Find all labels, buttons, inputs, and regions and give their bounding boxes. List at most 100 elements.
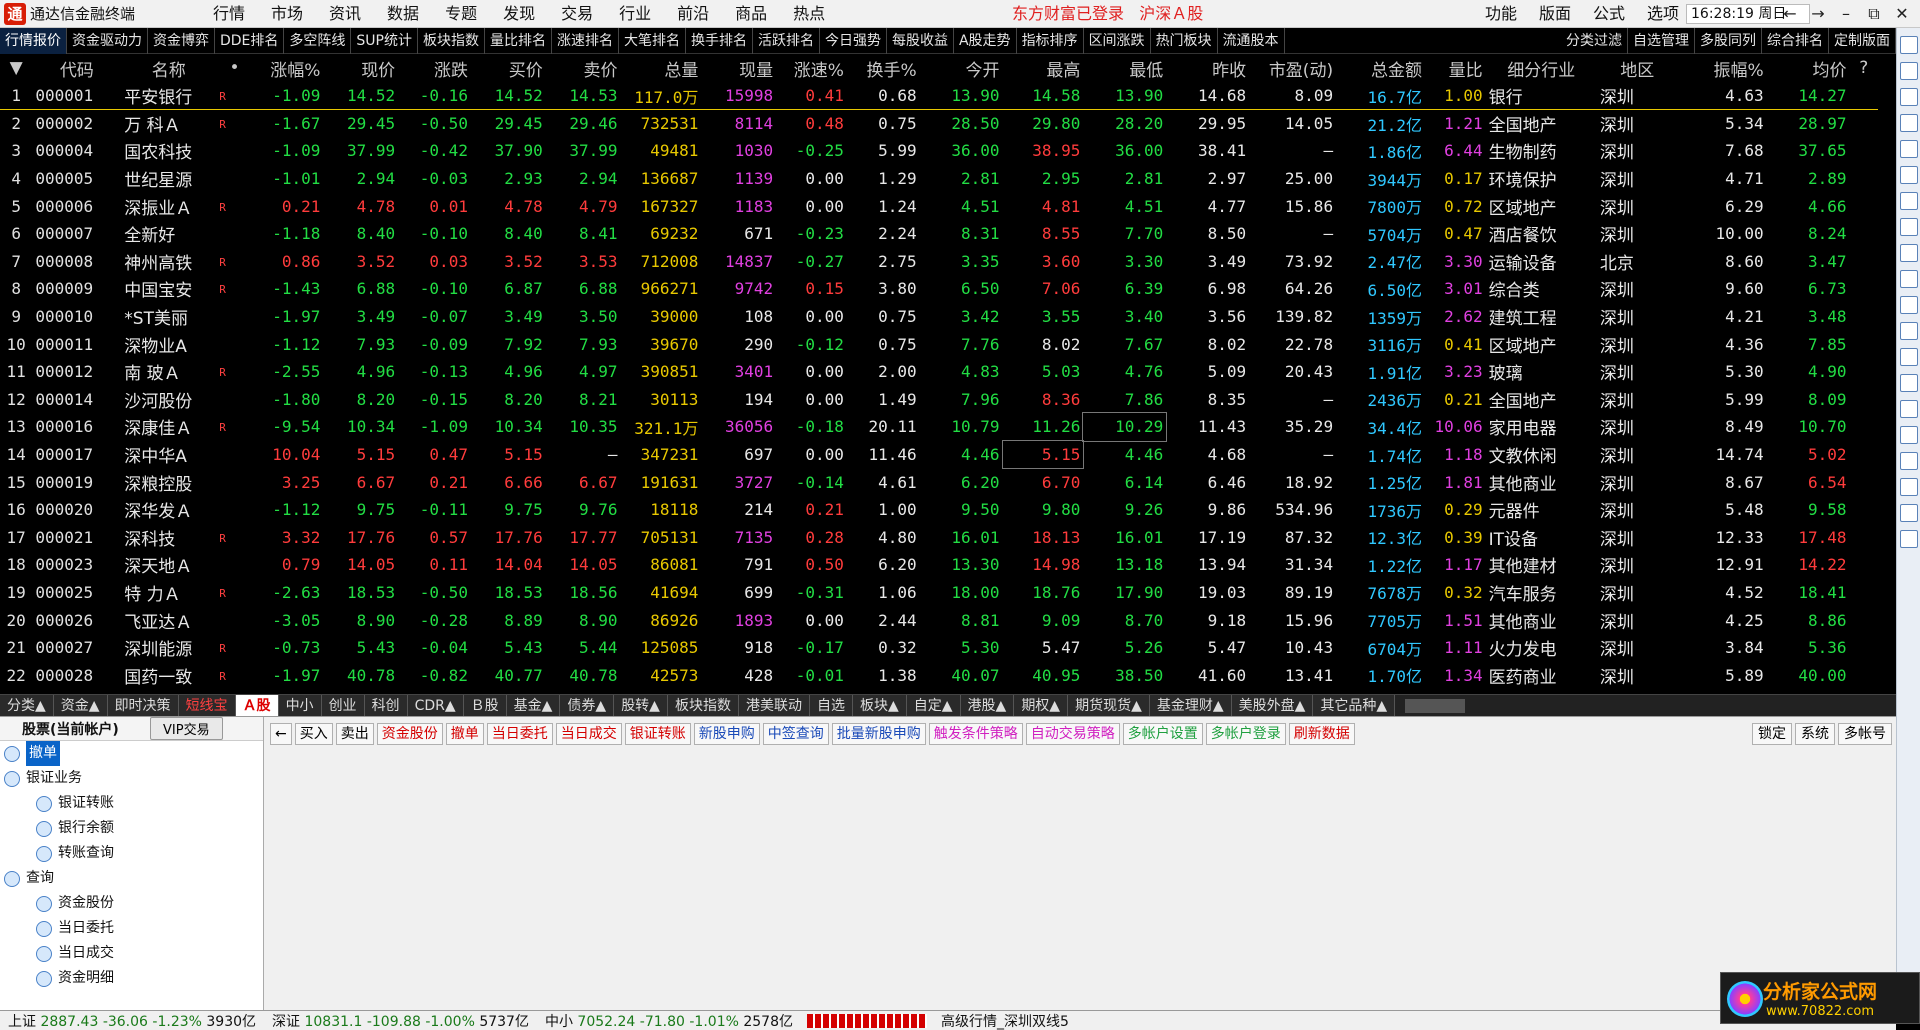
- trade-toolbar-button[interactable]: 新股申购: [693, 723, 760, 745]
- stock-code[interactable]: 000001: [32, 82, 122, 111]
- market-tab[interactable]: 科创: [364, 695, 408, 716]
- stock-name[interactable]: 深粮控股: [121, 468, 216, 496]
- back-icon[interactable]: [1899, 36, 1918, 54]
- table-row[interactable]: 8 000009 中国宝安 R -1.43 6.88 -0.10 6.87 6.88 966271…: [0, 275, 1878, 303]
- trade-toolbar-button[interactable]: 当日委托: [486, 723, 553, 745]
- toolbar-tab[interactable]: 区间涨跌: [1084, 28, 1151, 54]
- column-header[interactable]: 涨幅%: [253, 54, 324, 82]
- table-row[interactable]: 20 000026 飞亚达Ａ -3.05 8.90 -0.28 8.89 8.90 86926 1…: [0, 606, 1878, 634]
- market-tab[interactable]: 美股外盘▲: [1231, 695, 1314, 716]
- trade-toolbar-button[interactable]: 触发条件策略: [928, 723, 1023, 745]
- tree-item[interactable]: 资金明细: [0, 966, 263, 991]
- stock-code[interactable]: 000027: [32, 634, 121, 662]
- column-header[interactable]: 细分行业: [1486, 54, 1597, 82]
- menu-item[interactable]: 数据: [374, 0, 432, 28]
- market-tab[interactable]: 期货现货▲: [1068, 695, 1150, 716]
- toolbar-tab[interactable]: 今日强势: [820, 28, 887, 54]
- trade-toolbar-button[interactable]: 资金股份: [376, 723, 443, 745]
- stock-name[interactable]: 国药一致: [121, 661, 216, 689]
- market-tab[interactable]: 即时决策: [107, 695, 179, 716]
- menu-item[interactable]: 商品: [722, 0, 780, 28]
- trade-toolbar-button[interactable]: 多帐户设置: [1122, 723, 1203, 745]
- market-tab[interactable]: 股转▲: [614, 695, 668, 716]
- table-row[interactable]: 10 000011 深物业A -1.12 7.93 -0.09 7.92 7.93 39670 2…: [0, 330, 1878, 358]
- f10-icon[interactable]: [1899, 270, 1918, 288]
- stock-name[interactable]: 深科技: [121, 524, 216, 552]
- trade-toolbar-button[interactable]: 多帐户登录: [1205, 723, 1286, 745]
- tree-item[interactable]: 银证业务: [0, 766, 263, 791]
- column-header[interactable]: 振幅%: [1678, 54, 1767, 82]
- stock-name[interactable]: 全新好: [121, 220, 216, 248]
- toolbar-tab-right[interactable]: 自选管理: [1628, 28, 1695, 54]
- market-tab[interactable]: 债券▲: [560, 695, 615, 716]
- horizontal-scrollbar[interactable]: [1395, 695, 1896, 716]
- market-tab[interactable]: Ｂ股: [463, 695, 507, 716]
- table-row[interactable]: 15 000019 深粮控股 3.25 6.67 0.21 6.66 6.67 191631 37…: [0, 468, 1878, 496]
- table-row[interactable]: 6 000007 全新好 -1.18 8.40 -0.10 8.40 8.41 69232 671…: [0, 220, 1878, 248]
- stock-code[interactable]: 000010: [32, 303, 121, 331]
- column-header[interactable]: 总量: [621, 54, 702, 82]
- info-icon[interactable]: [1899, 218, 1918, 236]
- data-feed-label[interactable]: 高级行情_深圳双线5: [933, 1011, 1077, 1030]
- stock-code[interactable]: 000025: [32, 579, 121, 607]
- table-row[interactable]: 1 000001 平安银行 R -1.09 14.52 -0.16 14.52 14.53 117…: [0, 82, 1878, 111]
- down-icon[interactable]: [1899, 88, 1918, 106]
- window-button[interactable]: ✕: [1888, 0, 1916, 28]
- column-header[interactable]: ▼: [0, 54, 32, 82]
- stock-name[interactable]: 深中华A: [121, 441, 216, 469]
- table-row[interactable]: 4 000005 世纪星源 -1.01 2.94 -0.03 2.93 2.94 136687 1…: [0, 165, 1878, 193]
- index-sh[interactable]: 上证 2887.43 -36.06 -1.23% 3930亿: [0, 1011, 264, 1030]
- column-header[interactable]: 现量: [701, 54, 776, 82]
- toolbar-tab[interactable]: 换手排名: [686, 28, 753, 54]
- table-row[interactable]: 11 000012 南 玻Ａ R -2.55 4.96 -0.13 4.96 4.97 39085…: [0, 358, 1878, 386]
- market-tab[interactable]: 基金理财▲: [1149, 695, 1232, 716]
- trade-toolbar-button[interactable]: 自动交易策略: [1025, 723, 1120, 745]
- toolbar-tab[interactable]: 流通股本: [1218, 28, 1285, 54]
- toolbar-tab[interactable]: 资金博弈: [148, 28, 215, 54]
- index-zx[interactable]: 中小 7052.24 -71.80 -1.01% 2578亿: [537, 1011, 801, 1030]
- market-tab[interactable]: 港股▲: [960, 695, 1015, 716]
- grid-icon[interactable]: [1899, 452, 1918, 470]
- column-header[interactable]: 现价: [323, 54, 398, 82]
- stock-code[interactable]: 000005: [32, 165, 121, 193]
- table-row[interactable]: 7 000008 神州高铁 R 0.86 3.52 0.03 3.52 3.53 712008 14…: [0, 248, 1878, 276]
- tree-item[interactable]: 资金股份: [0, 891, 263, 916]
- stock-code[interactable]: 000019: [32, 468, 121, 496]
- stock-name[interactable]: 特 力Ａ: [121, 579, 216, 607]
- stock-code[interactable]: 000011: [32, 330, 121, 358]
- stock-code[interactable]: 000012: [32, 358, 121, 386]
- trade-toolbar-button[interactable]: 卖出: [335, 723, 374, 745]
- column-header[interactable]: 名称: [121, 54, 216, 82]
- calc-icon[interactable]: [1899, 504, 1918, 522]
- stock-name[interactable]: 深圳能源: [121, 634, 216, 662]
- tree-item[interactable]: 撤单: [0, 741, 263, 766]
- table-row[interactable]: 17 000021 深科技 R 3.32 17.76 0.57 17.76 17.77 70513…: [0, 524, 1878, 552]
- menu-item[interactable]: 交易: [548, 0, 606, 28]
- column-header[interactable]: 量比: [1425, 54, 1486, 82]
- column-header[interactable]: 均价: [1767, 54, 1850, 82]
- market-tab[interactable]: 期权▲: [1014, 695, 1069, 716]
- up-icon[interactable]: [1899, 62, 1918, 80]
- login-status[interactable]: 东方财富已登录 沪深Ａ股: [1012, 0, 1203, 28]
- trade-toolbar-button[interactable]: 买入: [294, 723, 333, 745]
- menu-item[interactable]: 行情: [200, 0, 258, 28]
- fiz-icon[interactable]: [1899, 322, 1918, 340]
- stock-code[interactable]: 000002: [32, 110, 121, 138]
- scroll-thumb[interactable]: [1405, 699, 1466, 713]
- column-header[interactable]: 昨收: [1166, 54, 1249, 82]
- market-tab[interactable]: 短线宝: [178, 695, 236, 716]
- trade-toolbar-right-button[interactable]: 锁定: [1752, 723, 1792, 745]
- stock-code[interactable]: 000009: [32, 275, 121, 303]
- stock-code[interactable]: 000016: [32, 413, 121, 441]
- window-button[interactable]: ⧉: [1860, 0, 1888, 28]
- window-button[interactable]: →: [1804, 0, 1832, 28]
- table-row[interactable]: 2 000002 万 科Ａ R -1.67 29.45 -0.50 29.45 29.46 732…: [0, 110, 1878, 138]
- market-tab[interactable]: 板块指数: [667, 695, 739, 716]
- stock-code[interactable]: 000026: [32, 606, 121, 634]
- stock-name[interactable]: 平安银行: [121, 82, 217, 111]
- table-row[interactable]: 14 000017 深中华A 10.04 5.15 0.47 5.15 – 347231 697 0…: [0, 439, 1878, 470]
- news-icon[interactable]: [1899, 296, 1918, 314]
- stock-name[interactable]: 深天地Ａ: [121, 551, 216, 579]
- column-header[interactable]: 代码: [32, 54, 121, 82]
- column-header[interactable]: 卖价: [546, 54, 621, 82]
